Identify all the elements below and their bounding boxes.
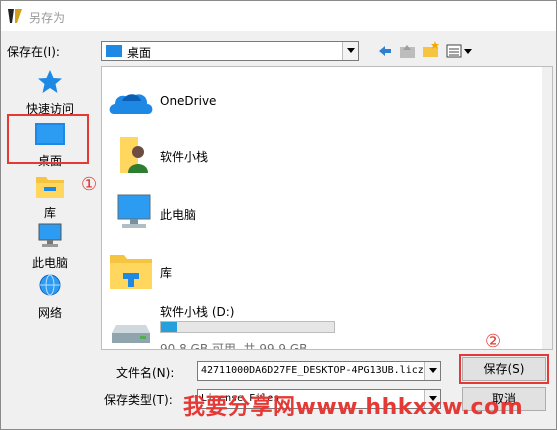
filename-input[interactable]: 42711000DA6D27FE_DESKTOP-4PG13UB.licz bbox=[197, 361, 441, 381]
file-name: 此电脑 bbox=[160, 208, 197, 222]
save-in-dropdown[interactable]: 桌面 bbox=[101, 41, 359, 61]
vertical-scrollbar[interactable] bbox=[542, 67, 552, 349]
places-bar: 快速访问 桌面 库 此电脑 网络 bbox=[9, 67, 91, 329]
place-this-pc[interactable]: 此电脑 bbox=[9, 223, 91, 271]
up-folder-icon[interactable] bbox=[398, 42, 418, 60]
chevron-down-icon[interactable] bbox=[342, 42, 358, 60]
window-title: 另存为 bbox=[29, 11, 66, 25]
save-highlight-box bbox=[459, 354, 549, 384]
title-bar: 另存为 bbox=[1, 1, 556, 31]
this-pc-icon bbox=[117, 194, 151, 228]
filetype-label: 保存类型(T): bbox=[104, 393, 173, 407]
place-library[interactable]: 库 bbox=[9, 173, 91, 221]
place-quick-access[interactable]: 快速访问 bbox=[9, 69, 91, 117]
place-label: 库 bbox=[43, 206, 56, 220]
drive-usage-bar bbox=[160, 321, 335, 333]
desktop-highlight-box bbox=[7, 114, 89, 164]
filename-label: 文件名(N): bbox=[116, 366, 175, 380]
save-in-label: 保存在(I): bbox=[7, 45, 60, 59]
place-label: 此电脑 bbox=[31, 256, 68, 270]
this-pc-icon bbox=[38, 223, 62, 247]
network-icon bbox=[39, 274, 61, 296]
save-in-value: 桌面 bbox=[127, 46, 152, 60]
desktop-icon bbox=[106, 45, 122, 57]
user-folder-icon bbox=[120, 137, 148, 173]
drive-usage-fill bbox=[161, 322, 177, 332]
drive-free-text: 90.8 GB 可用, 共 99.9 GB bbox=[160, 342, 308, 350]
new-folder-icon[interactable] bbox=[421, 41, 441, 59]
view-menu-icon[interactable] bbox=[446, 42, 476, 60]
step-marker-2: ② bbox=[485, 331, 502, 352]
onedrive-cloud-icon bbox=[109, 94, 153, 114]
back-arrow-icon[interactable] bbox=[375, 42, 395, 60]
quick-access-star-icon bbox=[38, 70, 62, 93]
file-list[interactable]: OneDrive 软件小栈 此电脑 库 软件小栈 (D:) 90.8 GB 可用… bbox=[101, 66, 553, 350]
library-folder-icon bbox=[110, 255, 152, 289]
filename-value: 42711000DA6D27FE_DESKTOP-4PG13UB.licz bbox=[201, 365, 424, 376]
save-as-dialog: 另存为 保存在(I): 桌面 快速访问 桌面 库 此电脑 网络 ① OneDri… bbox=[0, 0, 557, 430]
step-marker-1: ① bbox=[81, 174, 98, 195]
drive-name: 软件小栈 (D:) bbox=[160, 305, 235, 319]
file-name: 软件小栈 bbox=[160, 150, 209, 164]
watermark: 我要分享网www.hhkxxw.com bbox=[183, 395, 524, 420]
place-network[interactable]: 网络 bbox=[9, 273, 91, 321]
hard-drive-icon bbox=[112, 325, 150, 343]
file-name: 库 bbox=[160, 266, 173, 280]
chevron-down-icon[interactable] bbox=[424, 362, 440, 380]
library-icon bbox=[36, 177, 64, 198]
app-icon bbox=[8, 9, 22, 23]
file-name: OneDrive bbox=[160, 94, 217, 108]
place-label: 网络 bbox=[37, 306, 62, 320]
